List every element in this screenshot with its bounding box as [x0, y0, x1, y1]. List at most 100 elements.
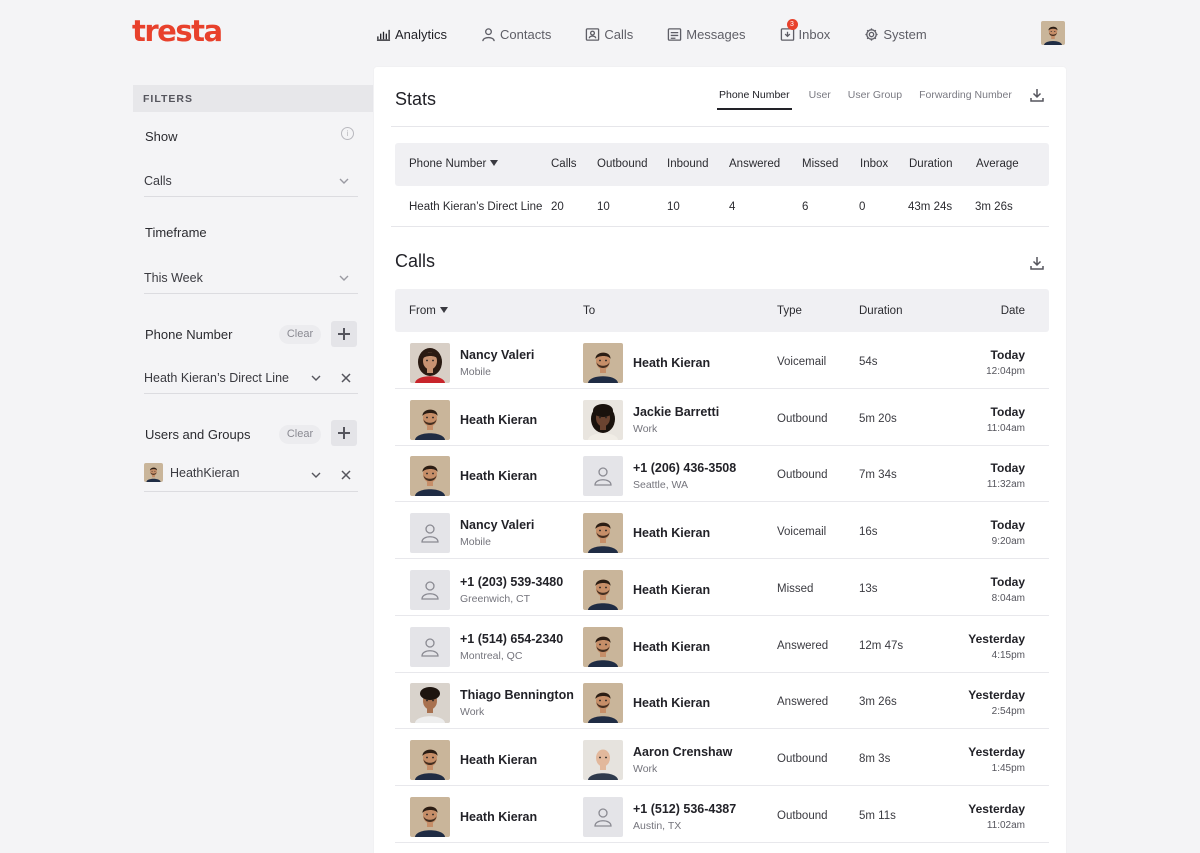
avatar	[410, 739, 450, 780]
table-cell: 10	[667, 201, 680, 213]
table-row[interactable]: Heath Kieran Aaron Crenshaw Work Outbound 8m…	[395, 729, 1049, 786]
download-icon[interactable]	[1029, 255, 1045, 271]
recipient-name: Heath Kieran	[633, 696, 711, 711]
sort-down-icon	[439, 307, 448, 313]
nav-item-calls[interactable]: Calls	[585, 24, 633, 44]
nav-item-label: Contacts	[500, 26, 552, 42]
nav-item-analytics[interactable]: Analytics	[376, 24, 447, 44]
avatar	[583, 513, 623, 554]
avatar	[583, 626, 623, 667]
column-header-inbound[interactable]: Inbound	[667, 158, 709, 170]
column-header-date[interactable]: Date	[1001, 305, 1025, 317]
chevron-down-icon	[311, 472, 321, 478]
show-select-value: Calls	[144, 174, 172, 188]
column-header-from[interactable]: From	[409, 305, 448, 317]
caller-name: Nancy Valeri	[460, 348, 535, 362]
tab-user[interactable]: User	[809, 89, 831, 110]
column-header-phone-number[interactable]: Phone Number	[409, 158, 499, 170]
tresta-logo[interactable]: tresta	[132, 14, 223, 48]
recipient-name: +1 (512) 536-4387	[633, 801, 737, 816]
call-date-day: Yesterday	[968, 631, 1025, 646]
call-duration: 54s	[859, 356, 878, 368]
tab-phone-number[interactable]: Phone Number	[717, 89, 792, 110]
column-header-outbound[interactable]: Outbound	[597, 158, 648, 170]
column-header-duration[interactable]: Duration	[859, 305, 902, 317]
phone-number-select[interactable]: Heath Kieran’s Direct Line	[144, 362, 358, 394]
users-groups-select[interactable]: HeathKieran	[144, 460, 358, 492]
caller-name: Heath Kieran	[460, 752, 538, 767]
column-header-inbox[interactable]: Inbox	[860, 158, 888, 170]
table-cell: 43m 24s	[908, 201, 953, 213]
phone-number-clear-button[interactable]: Clear	[279, 325, 321, 344]
chevron-down-icon	[311, 375, 321, 381]
recipient-name: +1 (206) 436-3508	[633, 461, 737, 476]
recipient-subtitle: Austin, TX	[633, 819, 682, 832]
close-icon[interactable]	[340, 469, 352, 481]
nav-item-label: Inbox	[798, 26, 831, 42]
recipient-name: Aaron Crenshaw	[633, 744, 733, 759]
column-header-type[interactable]: Type	[777, 305, 802, 317]
analytics-card: Stats Phone Number User User Group Forwa…	[374, 67, 1066, 853]
nav-item-system[interactable]: System	[864, 24, 927, 44]
table-row[interactable]: +1 (203) 539-3480 Greenwich, CT Heath Kier…	[395, 559, 1049, 616]
caller-subtitle: Greenwich, CT	[460, 592, 531, 605]
call-duration: 5m 11s	[859, 809, 896, 822]
avatar	[583, 739, 623, 780]
column-header-average[interactable]: Average	[976, 158, 1019, 170]
avatar	[583, 399, 623, 440]
table-row[interactable]: Heath Kieran +1 (206) 436-3508 Seattle, WA…	[395, 445, 1049, 503]
recipient-name: Heath Kieran	[633, 582, 711, 597]
user-avatar[interactable]	[1041, 21, 1065, 45]
call-date-time: 11:04am	[986, 422, 1025, 434]
table-row[interactable]: +1 (514) 654-2340 Montreal, QC Heath Kiera…	[395, 616, 1049, 673]
table-row[interactable]: Heath Kieran +1 (512) 536-4387 Austin, TX O…	[395, 786, 1049, 843]
column-header-answered[interactable]: Answered	[729, 158, 780, 170]
table-cell: 0	[859, 201, 866, 213]
caller-subtitle: Work	[460, 706, 485, 719]
avatar-placeholder	[583, 796, 623, 837]
tab-forwarding-number[interactable]: Forwarding Number	[919, 89, 1012, 110]
column-header-to[interactable]: To	[583, 305, 595, 317]
column-header-calls[interactable]: Calls	[551, 158, 577, 170]
recipient-subtitle: Seattle, WA	[633, 479, 689, 492]
stats-tabs: Phone Number User User Group Forwarding …	[717, 89, 1029, 110]
table-row[interactable]: Nancy Valeri Mobile Heath Kieran Voicemail 5…	[395, 332, 1049, 389]
table-row[interactable]: Thiago Bennington Work Heath Kieran Answere…	[395, 672, 1049, 730]
person-placeholder-icon	[421, 637, 439, 657]
caller-name: Nancy Valeri	[460, 518, 535, 533]
contact-card-icon	[586, 27, 600, 41]
table-row[interactable]: Nancy Valeri Mobile Heath Kieran Voicemail 1…	[395, 502, 1049, 560]
call-duration: 3m 26s	[859, 696, 897, 709]
close-icon[interactable]	[340, 372, 352, 384]
call-type: Outbound	[777, 469, 828, 482]
stats-table-header: Phone Number Calls Outbound Inbound Answ…	[395, 143, 1049, 186]
tab-user-group[interactable]: User Group	[848, 89, 902, 110]
users-groups-clear-button[interactable]: Clear	[279, 425, 321, 444]
main-nav: Analytics Contacts Calls Messages 3 Inbo…	[376, 19, 961, 44]
avatar	[410, 683, 450, 724]
timeframe-select[interactable]: This Week	[144, 262, 358, 294]
column-header-missed[interactable]: Missed	[802, 158, 838, 170]
call-duration: 7m 34s	[859, 469, 897, 482]
caller-name: +1 (203) 539-3480	[460, 574, 564, 589]
call-date-time: 2:54pm	[991, 706, 1025, 718]
nav-item-contacts[interactable]: Contacts	[481, 24, 551, 44]
caller-name: Thiago Bennington	[460, 688, 574, 703]
column-header-duration[interactable]: Duration	[909, 158, 952, 170]
chevron-down-icon	[339, 178, 349, 184]
table-row[interactable]: Heath Kieran Jackie Barretti Work Outbound 5…	[395, 389, 1049, 446]
nav-item-inbox[interactable]: 3 Inbox	[780, 19, 831, 44]
phone-number-label: Phone Number	[145, 327, 233, 342]
call-type: Outbound	[777, 752, 828, 765]
timeframe-label: Timeframe	[145, 225, 207, 240]
phone-number-select-value: Heath Kieran’s Direct Line	[144, 371, 289, 385]
timeframe-select-value: This Week	[144, 271, 203, 285]
add-user-group-button[interactable]	[331, 420, 357, 446]
calls-table-header: From To Type Duration Date	[395, 289, 1049, 332]
add-phone-number-button[interactable]	[331, 321, 357, 347]
show-select[interactable]: Calls	[144, 165, 358, 197]
nav-item-messages[interactable]: Messages	[667, 24, 746, 44]
download-icon[interactable]	[1029, 87, 1045, 103]
caller-name: +1 (514) 654-2340	[460, 631, 564, 646]
info-icon[interactable]: i	[341, 127, 354, 140]
